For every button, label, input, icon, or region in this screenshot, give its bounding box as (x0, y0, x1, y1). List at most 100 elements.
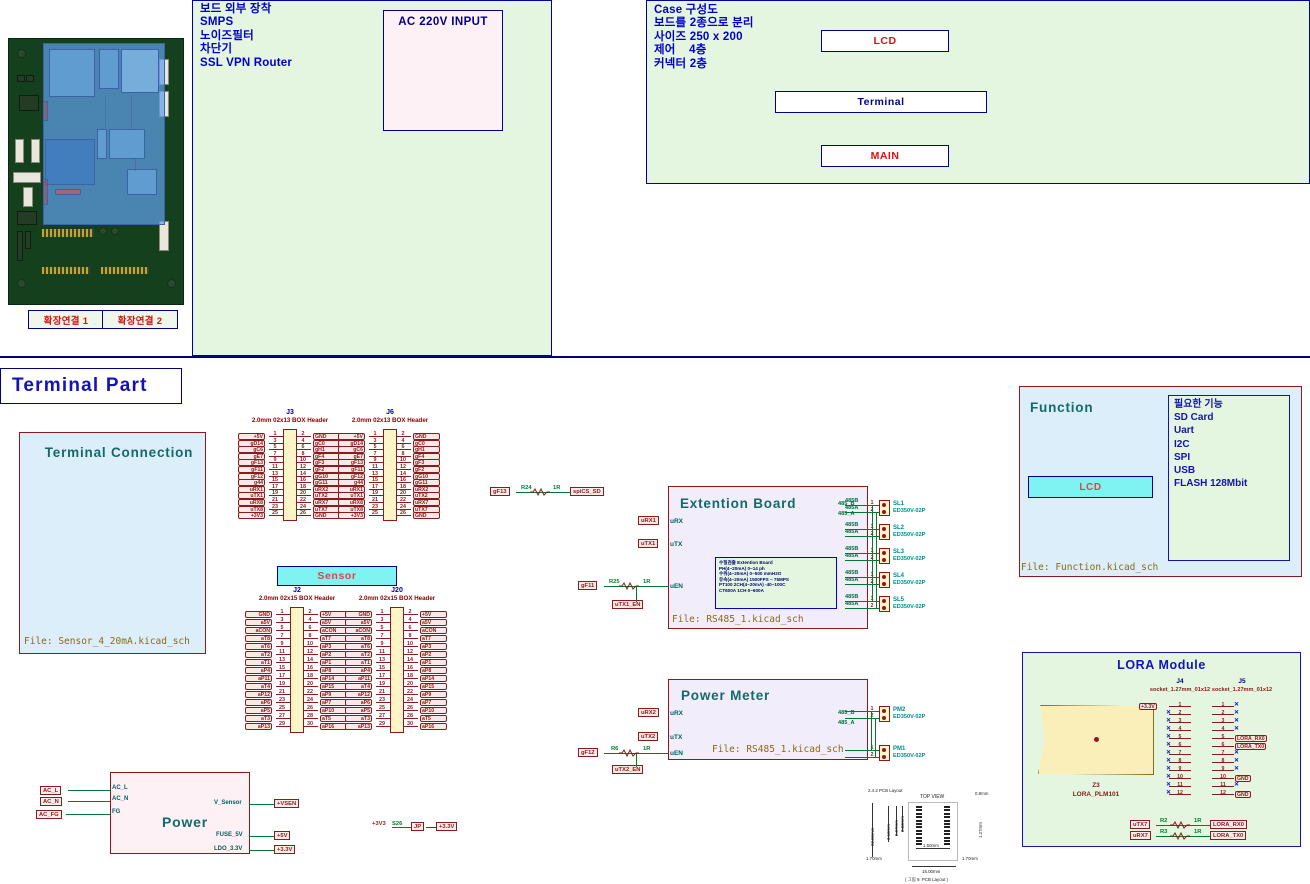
pin-net-label[interactable]: aT3 (245, 715, 272, 722)
pin-net-label[interactable]: aT7 (320, 635, 347, 642)
pin-net-label[interactable]: aT1 (245, 659, 272, 666)
pin-net-label[interactable]: aT3 (345, 715, 372, 722)
pin-net-label[interactable]: aP14 (420, 675, 447, 682)
pin-net-label[interactable]: aP4 (345, 667, 372, 674)
pin-net-label[interactable]: uRX8 (338, 499, 365, 506)
net-tag-gf13[interactable]: gF13 (490, 487, 510, 496)
pin-net-label[interactable]: aP11 (245, 675, 272, 682)
pin-net-label[interactable]: aT4 (245, 683, 272, 690)
pin-net-label[interactable]: aT5 (320, 715, 347, 722)
power-block[interactable] (110, 772, 250, 854)
port-tag-urx2[interactable]: uRX2 (638, 708, 659, 717)
pin-net-label[interactable]: a5V (420, 619, 447, 626)
lora-net-dst[interactable]: LORA_RX0 (1210, 820, 1247, 829)
case-band-lcd[interactable]: LCD (821, 30, 949, 52)
pin-net-label[interactable]: aT4 (345, 683, 372, 690)
port-tag-urx1[interactable]: uRX1 (638, 516, 659, 525)
pin-net-label[interactable]: gF2 (413, 466, 440, 473)
pin-net-label[interactable]: aP4 (245, 667, 272, 674)
pin-net-label[interactable]: aP1 (420, 659, 447, 666)
case-band-main[interactable]: MAIN (821, 145, 949, 167)
pin-net-label[interactable]: +5V (420, 611, 447, 618)
pin-net-label[interactable]: GND (313, 433, 340, 440)
net-tag-33v[interactable]: +3.3V (274, 845, 296, 854)
header-j20-body[interactable] (390, 607, 404, 733)
pin-net-label[interactable]: gF11 (338, 466, 365, 473)
pin-net-label[interactable]: aP12 (245, 691, 272, 698)
lora-net-label[interactable]: GND (1235, 791, 1251, 798)
pin-net-label[interactable]: a5V (320, 619, 347, 626)
port-tag-utx1-en[interactable]: uTX1_EN (612, 600, 644, 609)
sensor-box[interactable]: Sensor (277, 566, 397, 586)
pin-net-label[interactable]: GND (413, 512, 440, 520)
pin-net-label[interactable]: aP11 (345, 675, 372, 682)
pin-net-label[interactable]: aP12 (345, 691, 372, 698)
net-tag-33v-dest[interactable]: +3.3V (436, 822, 458, 831)
pin-net-label[interactable]: gF2 (313, 466, 340, 473)
net-tag-vsen[interactable]: +VSEN (274, 799, 300, 808)
pin-net-label[interactable]: aP16 (420, 723, 447, 730)
ext-connect-2-button[interactable]: 확장연결 2 (102, 310, 178, 329)
pin-net-label[interactable]: aP7 (420, 699, 447, 706)
pin-net-label[interactable]: GND (245, 611, 272, 618)
net-tag-ac-l[interactable]: AC_L (40, 786, 62, 795)
pin-net-label[interactable]: aP8 (420, 667, 447, 674)
pin-net-label[interactable]: aCON (320, 627, 347, 634)
pin-net-label[interactable]: aP15 (320, 683, 347, 690)
pin-net-label[interactable]: +3V3 (338, 512, 365, 520)
pin-net-label[interactable]: aT6 (345, 643, 372, 650)
pin-net-label[interactable]: aP1 (320, 659, 347, 666)
ext-connect-1-button[interactable]: 확장연결 1 (28, 310, 104, 329)
pin-net-label[interactable]: aP2 (320, 651, 347, 658)
lora-net-label[interactable]: LORA_TX0 (1235, 743, 1267, 750)
pin-net-label[interactable]: a5V (345, 619, 372, 626)
pin-net-label[interactable]: aP13 (345, 723, 372, 730)
lora-net-src[interactable]: uTX7 (1130, 820, 1151, 829)
function-lcd-button[interactable]: LCD (1028, 476, 1153, 498)
case-band-terminal[interactable]: Terminal (775, 91, 987, 113)
pin-net-label[interactable]: aP3 (420, 643, 447, 650)
pin-net-label[interactable]: aT6 (245, 643, 272, 650)
pin-net-label[interactable]: aT2 (345, 651, 372, 658)
pin-net-label[interactable]: aP15 (420, 683, 447, 690)
pin-net-label[interactable]: aP10 (320, 707, 347, 714)
pin-net-label[interactable]: +5V (338, 433, 365, 440)
port-tag-utx2[interactable]: uTX2 (638, 732, 659, 741)
pin-net-label[interactable]: aP3 (320, 643, 347, 650)
pin-net-label[interactable]: +3V3 (238, 512, 265, 520)
pin-net-label[interactable]: GND (313, 512, 340, 520)
net-tag-gf12[interactable]: gF12 (578, 748, 598, 757)
pin-net-label[interactable]: aT8 (245, 635, 272, 642)
net-tag-spics-sd[interactable]: spiCS_SD (570, 487, 604, 496)
pin-net-label[interactable]: aT1 (345, 659, 372, 666)
pin-net-label[interactable]: aP5 (245, 707, 272, 714)
net-tag-ac-fg[interactable]: AC_FG (36, 810, 62, 819)
pin-net-label[interactable]: aP13 (245, 723, 272, 730)
pin-net-label[interactable]: aP2 (420, 651, 447, 658)
pin-net-label[interactable]: uRX7 (413, 499, 440, 506)
header-j2-body[interactable] (290, 607, 304, 733)
net-tag-5v[interactable]: +5V (274, 831, 291, 840)
port-tag-utx2-en[interactable]: uTX2_EN (612, 765, 644, 774)
pin-net-label[interactable]: aP6 (245, 699, 272, 706)
pin-net-label[interactable]: aP10 (420, 707, 447, 714)
pin-net-label[interactable]: aP9 (320, 691, 347, 698)
pin-net-label[interactable]: aP9 (420, 691, 447, 698)
terminal-connection-block[interactable] (19, 432, 206, 654)
net-tag-3v3-src[interactable]: +3V3 (372, 821, 386, 827)
pin-net-label[interactable]: aT2 (245, 651, 272, 658)
pin-net-label[interactable]: aP5 (345, 707, 372, 714)
header-j6-body[interactable] (383, 429, 397, 521)
lora-net-label[interactable]: LORA_RX0 (1235, 735, 1267, 742)
pin-net-label[interactable]: aT7 (420, 635, 447, 642)
pin-net-label[interactable]: gF11 (238, 466, 265, 473)
pin-net-label[interactable]: aT8 (345, 635, 372, 642)
net-tag-ac-n[interactable]: AC_N (40, 797, 62, 806)
pin-net-label[interactable]: aP14 (320, 675, 347, 682)
pin-net-label[interactable]: aP6 (345, 699, 372, 706)
pin-net-label[interactable]: aCON (245, 627, 272, 634)
pin-net-label[interactable]: +5V (238, 433, 265, 440)
pin-net-label[interactable]: uRX7 (313, 499, 340, 506)
pin-net-label[interactable]: aCON (420, 627, 447, 634)
lora-net-label[interactable]: +3.3V (1139, 703, 1157, 710)
